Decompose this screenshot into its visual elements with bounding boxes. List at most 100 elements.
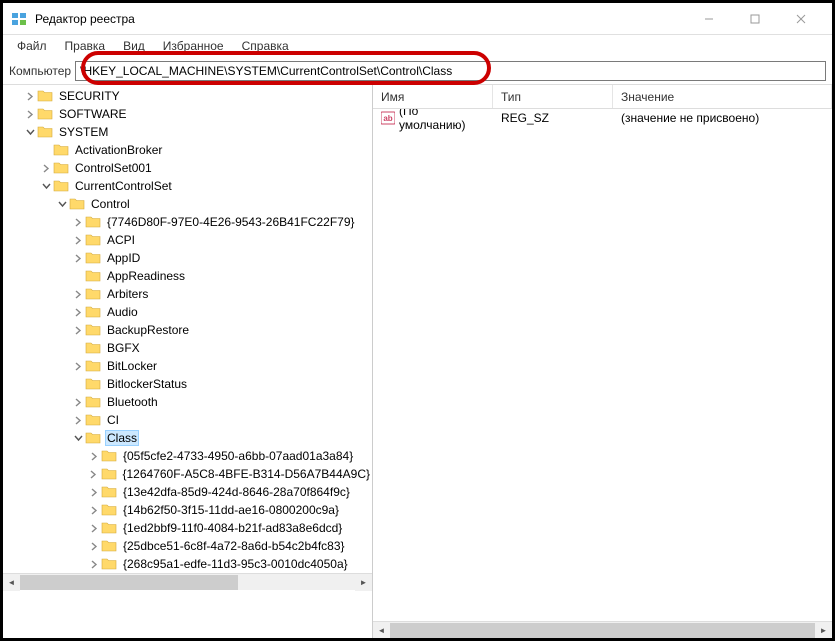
expander-closed-icon[interactable] [87, 539, 101, 553]
tree-node[interactable]: CI [3, 411, 372, 429]
expander-closed-icon[interactable] [87, 557, 101, 571]
tree-scrollbar-horizontal[interactable]: ◄ ► [3, 573, 372, 590]
tree-node-label: {13e42dfa-85d9-424d-8646-28a70f864f9c} [121, 485, 352, 499]
tree-node[interactable]: BitlockerStatus [3, 375, 372, 393]
expander-closed-icon[interactable] [71, 251, 85, 265]
menu-file[interactable]: Файл [9, 37, 55, 55]
tree-node[interactable]: {1264760F-A5C8-4BFE-B314-D56A7B44A9C} [3, 465, 372, 483]
folder-icon [101, 539, 117, 553]
expander-closed-icon[interactable] [87, 467, 101, 481]
expander-closed-icon[interactable] [71, 413, 85, 427]
scroll-left-button[interactable]: ◄ [3, 574, 20, 591]
tree-node[interactable]: AppReadiness [3, 267, 372, 285]
folder-icon [101, 521, 117, 535]
tree-node-label: ACPI [105, 233, 137, 247]
tree-node[interactable]: BGFX [3, 339, 372, 357]
string-value-icon: ab [381, 111, 395, 125]
tree-node-label: ActivationBroker [73, 143, 164, 157]
expander-closed-icon[interactable] [71, 287, 85, 301]
tree-node-label: SOFTWARE [57, 107, 129, 121]
expander-closed-icon[interactable] [87, 449, 101, 463]
folder-icon [85, 215, 101, 229]
tree-node[interactable]: SOFTWARE [3, 105, 372, 123]
expander-closed-icon[interactable] [71, 233, 85, 247]
value-row[interactable]: ab (По умолчанию) REG_SZ (значение не пр… [373, 109, 832, 127]
tree-node[interactable]: {14b62f50-3f15-11dd-ae16-0800200c9a} [3, 501, 372, 519]
maximize-button[interactable] [732, 4, 778, 34]
tree-node[interactable]: Arbiters [3, 285, 372, 303]
folder-icon [85, 377, 101, 391]
expander-closed-icon[interactable] [39, 161, 53, 175]
folder-icon [85, 233, 101, 247]
tree-node-label: CurrentControlSet [73, 179, 174, 193]
close-button[interactable] [778, 4, 824, 34]
tree-node[interactable]: SECURITY [3, 87, 372, 105]
folder-icon [69, 197, 85, 211]
tree-node[interactable]: BitLocker [3, 357, 372, 375]
expander-closed-icon[interactable] [71, 359, 85, 373]
registry-editor-window: Редактор реестра Файл Правка Вид Избранн… [3, 3, 832, 638]
scroll-right-button[interactable]: ► [355, 574, 372, 591]
menu-view[interactable]: Вид [115, 37, 153, 55]
expander-closed-icon[interactable] [71, 395, 85, 409]
expander-closed-icon[interactable] [23, 89, 37, 103]
folder-icon [85, 287, 101, 301]
expander-closed-icon[interactable] [87, 521, 101, 535]
expander-open-icon[interactable] [23, 125, 37, 139]
column-header-type[interactable]: Тип [493, 85, 613, 108]
tree-node[interactable]: ActivationBroker [3, 141, 372, 159]
tree-node-label: {1264760F-A5C8-4BFE-B314-D56A7B44A9C} [121, 467, 373, 481]
column-header-value[interactable]: Значение [613, 85, 832, 108]
folder-icon [53, 179, 69, 193]
menu-help[interactable]: Справка [234, 37, 297, 55]
tree-node[interactable]: {7746D80F-97E0-4E26-9543-26B41FC22F79} [3, 213, 372, 231]
tree-node[interactable]: {05f5cfe2-4733-4950-a6bb-07aad01a3a84} [3, 447, 372, 465]
minimize-button[interactable] [686, 4, 732, 34]
tree-panel[interactable]: SECURITY SOFTWARE SYSTEM ActivationBroker Co… [3, 85, 373, 638]
menubar: Файл Правка Вид Избранное Справка [3, 35, 832, 57]
tree-node[interactable]: {268c95a1-edfe-11d3-95c3-0010dc4050a} [3, 555, 372, 573]
tree-node[interactable]: ACPI [3, 231, 372, 249]
content-area: SECURITY SOFTWARE SYSTEM ActivationBroker Co… [3, 85, 832, 638]
tree-node[interactable]: Control [3, 195, 372, 213]
tree-node[interactable]: AppID [3, 249, 372, 267]
column-header-name[interactable]: Имя [373, 85, 493, 108]
values-list[interactable]: ab (По умолчанию) REG_SZ (значение не пр… [373, 109, 832, 621]
tree-node[interactable]: SYSTEM [3, 123, 372, 141]
expander-closed-icon[interactable] [71, 305, 85, 319]
expander-closed-icon[interactable] [23, 107, 37, 121]
tree-node-label: {268c95a1-edfe-11d3-95c3-0010dc4050a} [121, 557, 350, 571]
tree-node-label: BackupRestore [105, 323, 191, 337]
values-scrollbar-horizontal[interactable]: ◄ ► [373, 621, 832, 638]
menu-favorites[interactable]: Избранное [155, 37, 232, 55]
expander-closed-icon[interactable] [71, 215, 85, 229]
tree-node[interactable]: CurrentControlSet [3, 177, 372, 195]
scroll-left-button[interactable]: ◄ [373, 622, 390, 639]
expander-closed-icon[interactable] [87, 503, 101, 517]
tree-node-label: {25dbce51-6c8f-4a72-8a6d-b54c2b4fc83} [121, 539, 347, 553]
tree-node[interactable]: {25dbce51-6c8f-4a72-8a6d-b54c2b4fc83} [3, 537, 372, 555]
tree-node[interactable]: {1ed2bbf9-11f0-4084-b21f-ad83a8e6dcd} [3, 519, 372, 537]
folder-icon [85, 413, 101, 427]
tree-node[interactable]: {13e42dfa-85d9-424d-8646-28a70f864f9c} [3, 483, 372, 501]
value-type: REG_SZ [493, 111, 613, 125]
tree-node[interactable]: Audio [3, 303, 372, 321]
folder-icon [101, 503, 117, 517]
tree-node-label: Control [89, 197, 132, 211]
tree-node[interactable]: BackupRestore [3, 321, 372, 339]
expander-open-icon[interactable] [71, 431, 85, 445]
scroll-right-button[interactable]: ► [815, 622, 832, 639]
expander-closed-icon[interactable] [87, 485, 101, 499]
tree-node[interactable]: Class [3, 429, 372, 447]
column-headers: Имя Тип Значение [373, 85, 832, 109]
titlebar: Редактор реестра [3, 3, 832, 35]
tree-node[interactable]: ControlSet001 [3, 159, 372, 177]
expander-open-icon[interactable] [55, 197, 69, 211]
expander-closed-icon[interactable] [71, 323, 85, 337]
tree-node[interactable]: Bluetooth [3, 393, 372, 411]
tree-node-label: BGFX [105, 341, 142, 355]
address-input[interactable] [75, 61, 826, 81]
folder-icon [37, 89, 53, 103]
menu-edit[interactable]: Правка [57, 37, 114, 55]
expander-open-icon[interactable] [39, 179, 53, 193]
